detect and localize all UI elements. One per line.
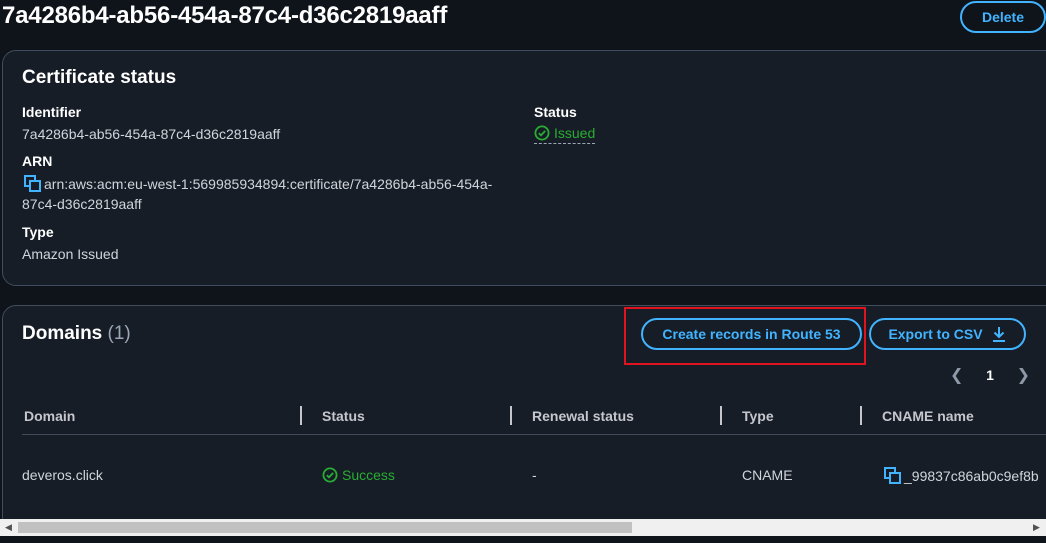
export-csv-label: Export to CSV [888,326,983,342]
create-records-route53-button[interactable]: Create records in Route 53 [641,318,862,350]
bottom-strip [0,536,1046,543]
arn-line-2: 87c4-d36c2819aaff [22,196,142,212]
arn-label: ARN [22,153,53,169]
domains-heading: Domains (1) [22,323,131,345]
column-header-type[interactable]: Type [742,408,774,424]
column-header-cname-name[interactable]: CNAME name [882,408,974,424]
column-resizer[interactable] [300,406,302,425]
check-circle-icon [322,467,338,483]
status-issued[interactable]: Issued [534,125,596,144]
status-value: Issued [554,125,596,141]
cell-domain: deveros.click [22,467,103,483]
export-csv-button[interactable]: Export to CSV [869,318,1026,350]
cell-cname-name-text: _99837c86ab0c9ef8b [904,468,1039,484]
copy-icon[interactable] [24,175,41,192]
domains-count: (1) [107,323,131,344]
copy-icon[interactable] [884,467,901,484]
page-number[interactable]: 1 [986,367,994,383]
cell-status-text: Success [342,467,395,483]
column-header-status[interactable]: Status [322,408,365,424]
column-header-renewal-status[interactable]: Renewal status [532,408,634,424]
column-resizer[interactable] [860,406,862,425]
cell-status: Success [322,467,395,483]
download-icon [992,327,1005,342]
cell-renewal-status: - [532,467,537,483]
domains-heading-text: Domains [22,323,103,344]
table-header-divider [22,434,1046,435]
pagination: ❮ 1 ❯ [950,365,1030,385]
cell-cname-name: _99837c86ab0c9ef8b [884,467,1039,484]
horizontal-scrollbar[interactable]: ◀ ▶ [0,519,1046,536]
previous-page-icon[interactable]: ❮ [950,365,963,385]
identifier-value: 7a4286b4-ab56-454a-87c4-d36c2819aaff [22,126,281,142]
type-value: Amazon Issued [22,246,119,262]
status-label: Status [534,104,577,120]
scroll-left-icon[interactable]: ◀ [5,522,12,533]
cell-type: CNAME [742,467,793,483]
page-title: 7a4286b4-ab56-454a-87c4-d36c2819aaff [2,2,448,29]
arn-line-1: arn:aws:acm:eu-west-1:569985934894:certi… [44,176,493,192]
certificate-status-heading: Certificate status [22,67,177,88]
delete-button[interactable]: Delete [960,1,1046,33]
column-resizer[interactable] [720,406,722,425]
type-label: Type [22,224,54,240]
column-resizer[interactable] [510,406,512,425]
next-page-icon[interactable]: ❯ [1017,365,1030,385]
check-circle-icon [534,125,550,141]
scrollbar-thumb[interactable] [18,522,632,533]
identifier-label: Identifier [22,104,82,120]
scroll-right-icon[interactable]: ▶ [1033,522,1040,533]
arn-value: arn:aws:acm:eu-west-1:569985934894:certi… [22,174,534,214]
column-header-domain[interactable]: Domain [24,408,75,424]
